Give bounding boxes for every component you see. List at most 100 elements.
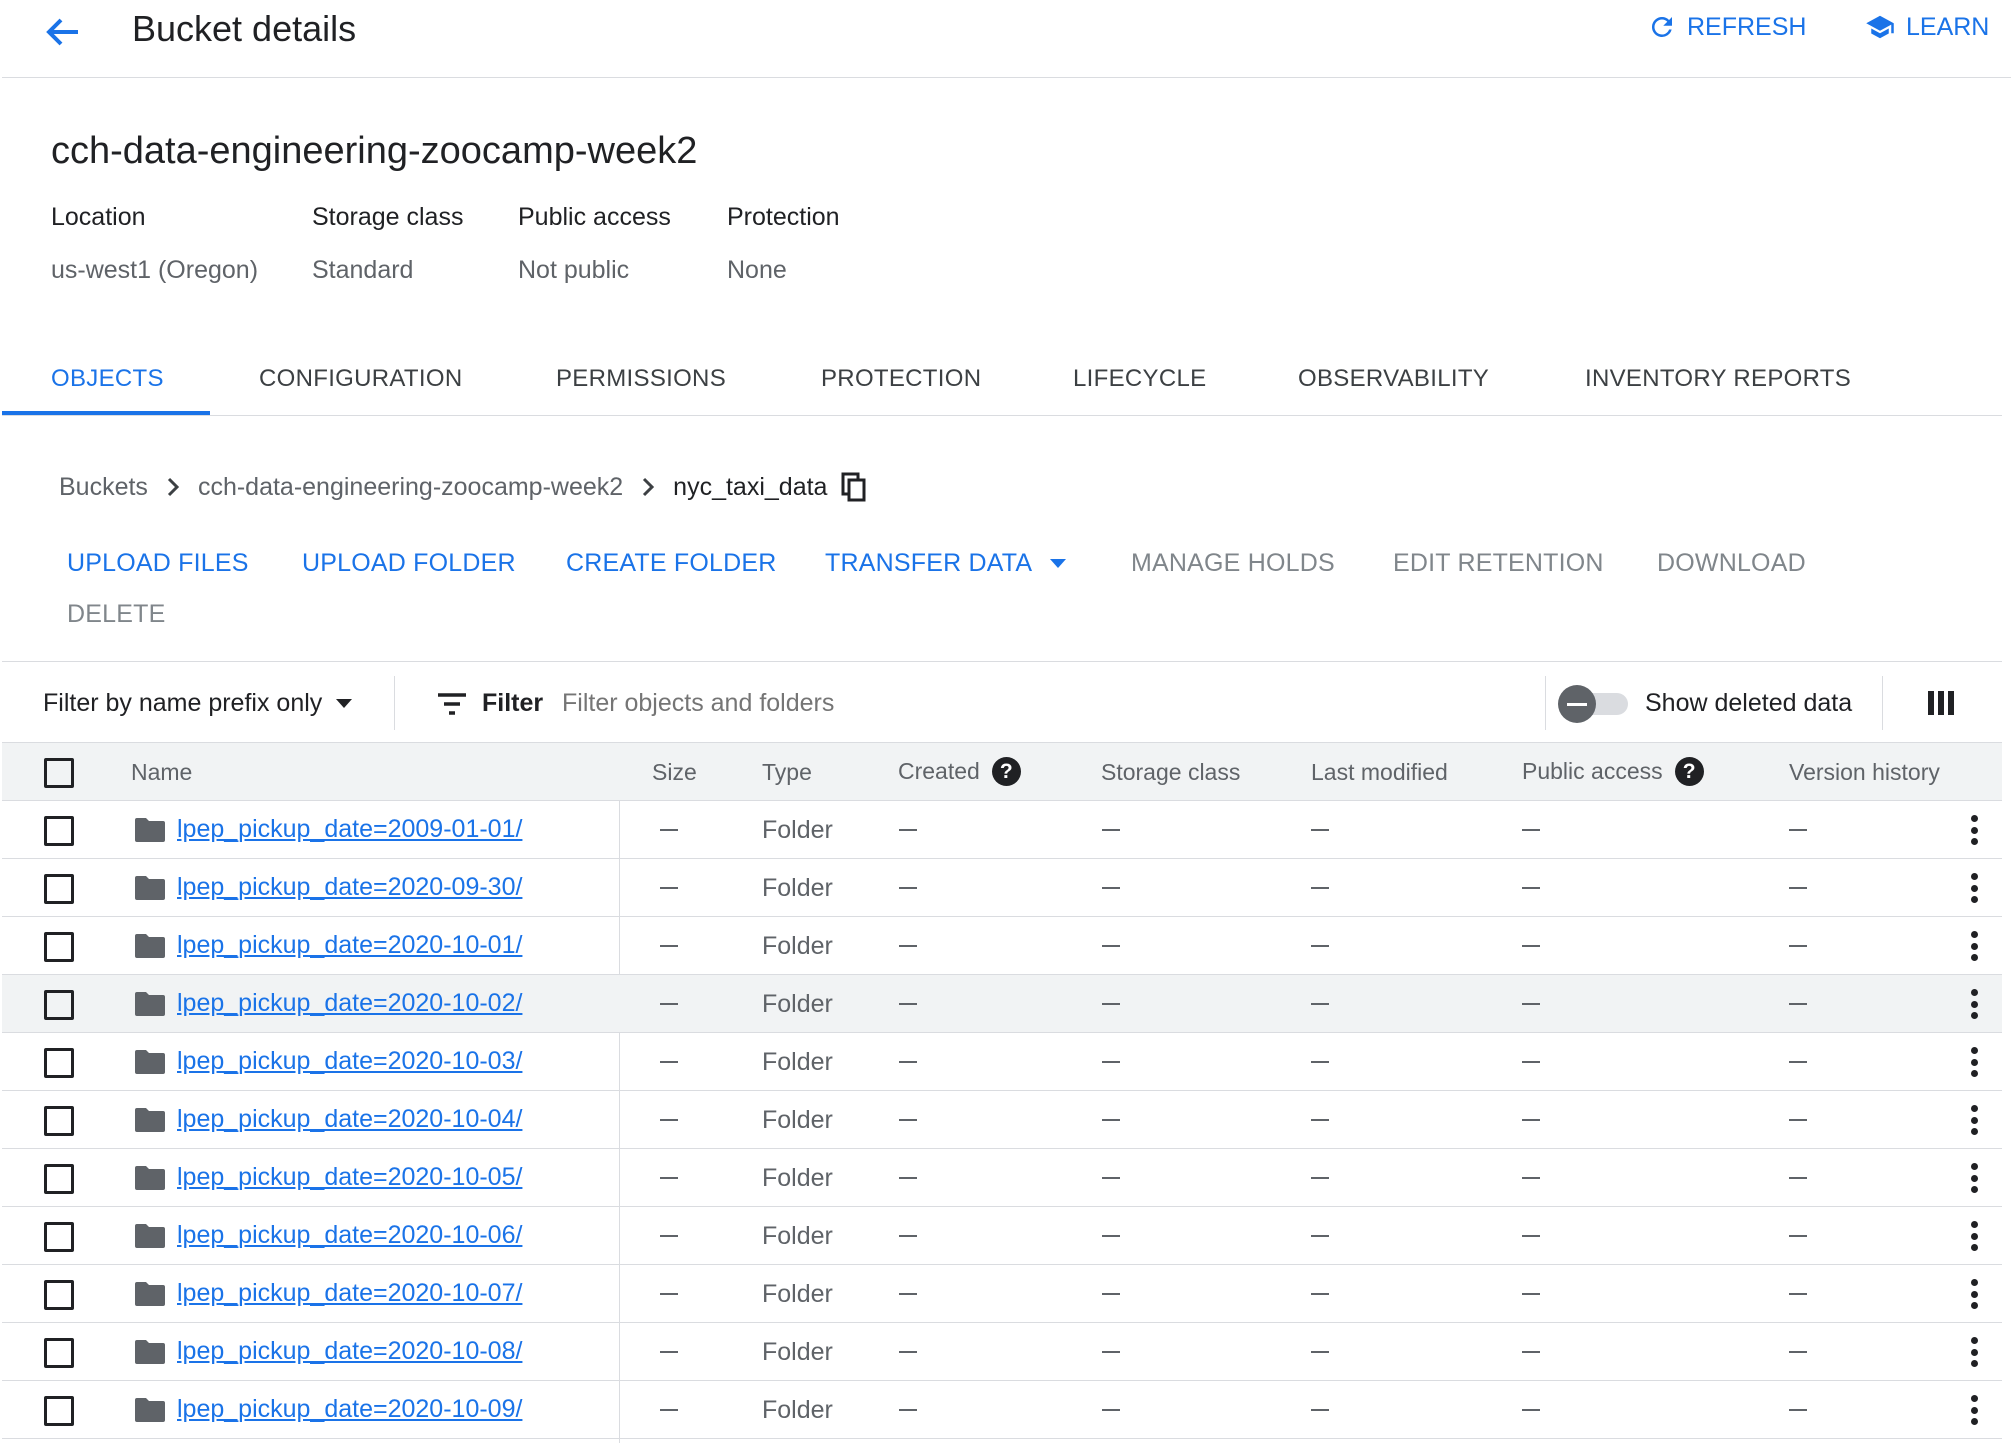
more-options-icon[interactable]	[1964, 873, 1984, 903]
header-size-label: Size	[652, 759, 697, 785]
header-storage-class[interactable]: Storage class	[1101, 759, 1240, 786]
table-header: Name Size Type Created ? Storage class L…	[2, 743, 2002, 801]
more-options-icon[interactable]	[1964, 1047, 1984, 1077]
folder-link[interactable]: lpep_pickup_date=2020-10-05/	[177, 1163, 522, 1192]
folder-link[interactable]: lpep_pickup_date=2009-01-01/	[177, 815, 522, 844]
table-row[interactable]: lpep_pickup_date=2020-10-04/Folder	[2, 1091, 2002, 1149]
refresh-button[interactable]: REFRESH	[1647, 12, 1806, 42]
folder-link[interactable]: lpep_pickup_date=2020-10-03/	[177, 1047, 522, 1076]
learn-button[interactable]: LEARN	[1864, 12, 1989, 42]
row-checkbox[interactable]	[44, 932, 74, 962]
row-checkbox[interactable]	[44, 990, 74, 1020]
row-checkbox[interactable]	[44, 1106, 74, 1136]
upload-folder-button[interactable]: UPLOAD FOLDER	[302, 549, 516, 578]
table-row[interactable]: lpep_pickup_date=2020-10-07/Folder	[2, 1265, 2002, 1323]
empty-value	[899, 1409, 917, 1411]
table-row[interactable]: lpep_pickup_date=2020-10-09/Folder	[2, 1381, 2002, 1439]
more-options-icon[interactable]	[1964, 1337, 1984, 1367]
folder-link[interactable]: lpep_pickup_date=2020-10-09/	[177, 1395, 522, 1424]
more-options-icon[interactable]	[1964, 1105, 1984, 1135]
table-row[interactable]: lpep_pickup_date=2020-09-30/Folder	[2, 859, 2002, 917]
tab-objects[interactable]: OBJECTS	[51, 365, 164, 393]
type-cell: Folder	[762, 990, 833, 1018]
copy-icon[interactable]	[841, 472, 867, 502]
column-display-icon[interactable]	[1928, 691, 1954, 720]
upload-files-button[interactable]: UPLOAD FILES	[67, 549, 249, 578]
row-checkbox[interactable]	[44, 874, 74, 904]
empty-value	[1789, 1003, 1807, 1005]
folder-link[interactable]: lpep_pickup_date=2020-10-04/	[177, 1105, 522, 1134]
filter-button[interactable]: Filter	[438, 689, 543, 718]
table-row[interactable]: lpep_pickup_date=2009-01-01/Folder	[2, 801, 2002, 859]
tab-permissions[interactable]: PERMISSIONS	[556, 365, 726, 393]
more-options-icon[interactable]	[1964, 1221, 1984, 1251]
breadcrumb-buckets[interactable]: Buckets	[59, 473, 148, 502]
more-options-icon[interactable]	[1964, 815, 1984, 845]
more-options-icon[interactable]	[1964, 1279, 1984, 1309]
table-row[interactable]: lpep_pickup_date=2020-10-03/Folder	[2, 1033, 2002, 1091]
row-checkbox[interactable]	[44, 1338, 74, 1368]
row-checkbox[interactable]	[44, 1280, 74, 1310]
more-options-icon[interactable]	[1964, 1163, 1984, 1193]
back-arrow-icon[interactable]	[40, 10, 84, 54]
row-checkbox[interactable]	[44, 1396, 74, 1426]
delete-button[interactable]: DELETE	[67, 600, 165, 629]
empty-value	[1311, 829, 1329, 831]
filter-mode-select[interactable]: Filter by name prefix only	[43, 689, 353, 718]
transfer-data-button[interactable]: TRANSFER DATA	[825, 549, 1067, 578]
header-created[interactable]: Created ?	[898, 757, 1021, 786]
breadcrumb-current-folder: nyc_taxi_data	[673, 472, 828, 501]
help-icon[interactable]: ?	[1674, 757, 1704, 786]
empty-value	[1311, 1235, 1329, 1237]
table-row[interactable]: lpep_pickup_date=2020-10-06/Folder	[2, 1207, 2002, 1265]
folder-link[interactable]: lpep_pickup_date=2020-10-02/	[177, 989, 522, 1018]
meta-key: Storage class	[312, 203, 464, 231]
header-type[interactable]: Type	[762, 759, 812, 786]
empty-value	[899, 1293, 917, 1295]
folder-icon	[135, 934, 165, 958]
tab-lifecycle[interactable]: LIFECYCLE	[1073, 365, 1206, 393]
header-created-label: Created	[898, 758, 980, 784]
header-last-modified[interactable]: Last modified	[1311, 759, 1448, 786]
show-deleted-toggle[interactable]	[1558, 685, 1630, 723]
row-checkbox[interactable]	[44, 816, 74, 846]
table-row[interactable]: lpep_pickup_date=2020-10-02/Folder	[2, 975, 2002, 1033]
tab-protection[interactable]: PROTECTION	[821, 365, 981, 393]
folder-link[interactable]: lpep_pickup_date=2020-10-08/	[177, 1337, 522, 1366]
more-options-icon[interactable]	[1964, 989, 1984, 1019]
empty-value	[1522, 1293, 1540, 1295]
table-body: lpep_pickup_date=2009-01-01/Folder lpep_p…	[2, 801, 2002, 1439]
tab-inventory-reports[interactable]: INVENTORY REPORTS	[1585, 365, 1851, 393]
table-row[interactable]: lpep_pickup_date=2020-10-08/Folder	[2, 1323, 2002, 1381]
empty-value	[1522, 1409, 1540, 1411]
breadcrumb-bucket[interactable]: cch-data-engineering-zoocamp-week2	[198, 473, 623, 502]
row-checkbox[interactable]	[44, 1164, 74, 1194]
header-version-history[interactable]: Version history	[1789, 759, 1940, 786]
row-checkbox[interactable]	[44, 1048, 74, 1078]
header-name[interactable]: Name	[131, 759, 192, 786]
folder-link[interactable]: lpep_pickup_date=2020-09-30/	[177, 873, 522, 902]
filter-input[interactable]	[562, 684, 1522, 722]
select-all-checkbox[interactable]	[44, 758, 74, 788]
download-button[interactable]: DOWNLOAD	[1657, 549, 1806, 578]
create-folder-button[interactable]: CREATE FOLDER	[566, 549, 777, 578]
tab-observability[interactable]: OBSERVABILITY	[1298, 365, 1489, 393]
folder-link[interactable]: lpep_pickup_date=2020-10-07/	[177, 1279, 522, 1308]
empty-value	[899, 1003, 917, 1005]
header-public-access[interactable]: Public access ?	[1522, 757, 1704, 786]
help-icon[interactable]: ?	[991, 757, 1021, 786]
header-size[interactable]: Size	[652, 759, 697, 786]
header-public-access-label: Public access	[1522, 758, 1663, 784]
table-row[interactable]: lpep_pickup_date=2020-10-01/Folder	[2, 917, 2002, 975]
manage-holds-button[interactable]: MANAGE HOLDS	[1131, 549, 1335, 578]
edit-retention-button[interactable]: EDIT RETENTION	[1393, 549, 1604, 578]
empty-value	[1789, 1235, 1807, 1237]
more-options-icon[interactable]	[1964, 931, 1984, 961]
folder-icon	[135, 1282, 165, 1306]
more-options-icon[interactable]	[1964, 1395, 1984, 1425]
row-checkbox[interactable]	[44, 1222, 74, 1252]
folder-link[interactable]: lpep_pickup_date=2020-10-06/	[177, 1221, 522, 1250]
tab-configuration[interactable]: CONFIGURATION	[259, 365, 462, 393]
table-row[interactable]: lpep_pickup_date=2020-10-05/Folder	[2, 1149, 2002, 1207]
folder-link[interactable]: lpep_pickup_date=2020-10-01/	[177, 931, 522, 960]
